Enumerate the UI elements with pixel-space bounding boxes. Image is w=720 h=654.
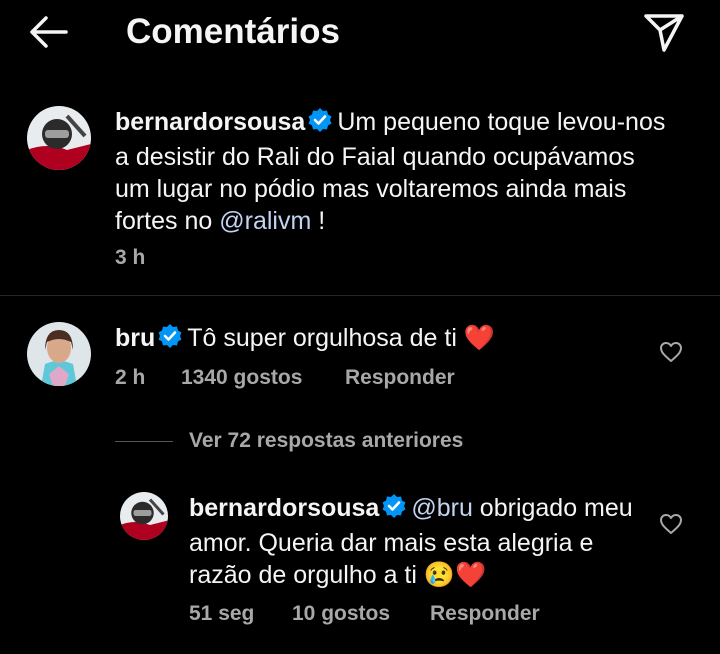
arrow-left-icon	[30, 16, 68, 48]
comment-timestamp: 2 h	[115, 366, 146, 389]
comment-text: Tô super orgulhosa de ti	[187, 324, 464, 352]
like-button[interactable]	[659, 513, 683, 535]
reply-username[interactable]: bernardorsousa	[189, 494, 379, 522]
reply-mention[interactable]: @bru	[411, 494, 473, 522]
verified-badge-icon	[381, 493, 407, 527]
back-button[interactable]	[26, 12, 70, 52]
heart-icon	[660, 514, 682, 534]
caption: bernardorsousa Um pequeno toque levou-nos…	[115, 106, 675, 237]
view-replies-line	[115, 441, 173, 442]
like-button[interactable]	[659, 341, 683, 363]
view-replies-button[interactable]: Ver 72 respostas anteriores	[189, 429, 463, 453]
heart-icon	[660, 342, 682, 362]
page-title: Comentários	[126, 12, 340, 51]
reply-emoji: 😢❤️	[423, 561, 487, 589]
reply-likes[interactable]: 10 gostos	[292, 602, 390, 626]
share-button[interactable]	[640, 10, 688, 54]
header: Comentários	[0, 0, 720, 66]
reply-timestamp: 51 seg	[189, 602, 255, 625]
reply-button[interactable]: Responder	[430, 602, 540, 626]
comment-likes[interactable]: 1340 gostos	[181, 366, 302, 390]
avatar[interactable]	[120, 492, 168, 540]
comment: bru Tô super orgulhosa de ti ❤️	[115, 322, 495, 357]
verified-badge-icon	[157, 323, 183, 357]
paper-plane-icon	[644, 14, 684, 52]
reply-button[interactable]: Responder	[345, 366, 455, 390]
avatar[interactable]	[27, 322, 91, 386]
reply: bernardorsousa @bru obrigado meu amor. Qu…	[189, 492, 659, 591]
caption-mention[interactable]: @ralivm	[219, 207, 311, 235]
verified-badge-icon	[307, 107, 333, 141]
divider	[0, 295, 720, 296]
comment-emoji: ❤️	[463, 324, 495, 352]
avatar[interactable]	[27, 106, 91, 170]
caption-timestamp: 3 h	[115, 246, 146, 269]
caption-username[interactable]: bernardorsousa	[115, 108, 305, 136]
comment-username[interactable]: bru	[115, 324, 155, 352]
caption-text-end: !	[311, 207, 326, 235]
